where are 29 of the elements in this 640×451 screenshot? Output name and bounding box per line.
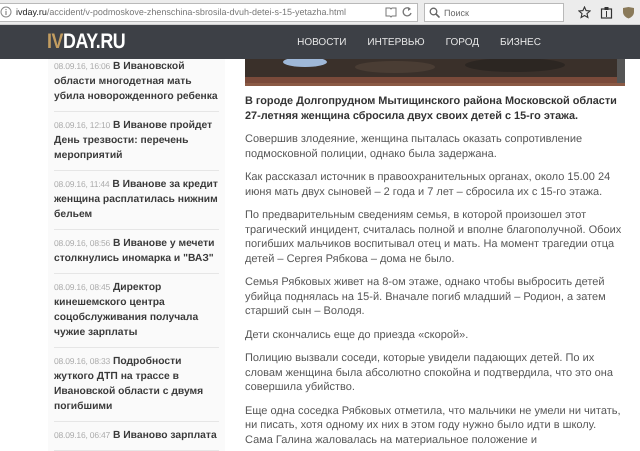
- article-lead: В городе Долгопрудном Мытищинского района Московской области 27-летняя женщина сбросила двух своих детей с 15-го этажа.: [245, 94, 618, 123]
- news-link[interactable]: 08.09.16, 11:44 В Иванове за кредит женщина расплатилась нижним бельем: [54, 177, 219, 222]
- info-icon[interactable]: [0, 6, 12, 18]
- news-link[interactable]: 08.09.16, 06:47 В Иваново зарплата: [54, 428, 219, 443]
- shield-icon[interactable]: [622, 6, 635, 18]
- article-paragraph: Полицию вызвали соседи, которые увидели падающих детей. По их словам женщина была абсолютно спокойна и подтвердила, что это она совершила убийство.: [245, 351, 614, 394]
- bookmark-star-icon[interactable]: [578, 6, 591, 18]
- article-paragraph: Как рассказал источник в правоохранительных органах, около 15.00 24 июня мать двух сыновей – 2 года и 7 лет – сбросила их с 15-го этажа.: [245, 170, 612, 199]
- reload-icon[interactable]: [401, 6, 413, 18]
- article-paragraph: По предварительным сведениям семья, в которой произошел этот трагический инцидент, считалась полной и вполне благополучной. Обоих погибших мальчиков воспитывал отец и мать. На момент трагедии отца детей – Сергея Рябкова – дома не было.: [245, 208, 622, 266]
- search-field[interactable]: Поиск: [424, 3, 564, 22]
- nav-link[interactable]: ГОРОД: [446, 36, 480, 48]
- news-link[interactable]: 08.09.16, 12:10 В Иванове пройдет День трезвости: перечень мероприятий: [54, 118, 219, 163]
- news-link[interactable]: 08.09.16, 08:45 Директор кинешемского центра соцобслуживания получала чужие зарплаты: [54, 280, 219, 340]
- news-link[interactable]: 08.09.16, 08:56 В Иванове у мечети столкнулись иномарка и "ВАЗ": [54, 236, 219, 266]
- article-paragraph: Семья Рябковых живет на 8-ом этаже, однако чтобы выбросить детей убийца поднялась на 15-й. Вначале погиб младший – Родион, а затем старший сын – Володя.: [245, 275, 607, 318]
- site-logo[interactable]: IVDAY.RU: [47, 30, 126, 54]
- nav-link[interactable]: ИНТЕРВЬЮ: [367, 36, 425, 48]
- address-bar[interactable]: ivday.ru/accident/v-podmoskove-zhenschina-sbrosila-dvuh-detei-s-15-yetazha.html: [0, 2, 418, 22]
- reader-view-icon[interactable]: [385, 6, 397, 18]
- article-paragraph: Дети скончались еще до приезда «скорой».: [245, 328, 470, 342]
- article-paragraph: Еще одна соседка Рябковых отметила, что мальчики не умели ни читать, ни писать, хотя одному их них в этом году нужно было идти в школу. Сама Галина жаловалась на материальное положение и: [245, 404, 622, 447]
- nav-link[interactable]: НОВОСТИ: [297, 36, 346, 48]
- nav-link[interactable]: БИЗНЕС: [500, 36, 541, 48]
- news-link[interactable]: 08.09.16, 16:06 В Ивановской области многодетная мать убила новорожденного ребенка: [54, 59, 219, 104]
- news-link[interactable]: 08.09.16, 08:33 Подробности жуткого ДТП на трассе в Ивановской области с двумя погибшими: [54, 354, 219, 414]
- article-paragraph: Совершив злодеяние, женщина пыталась оказать сопротивление подмосковной полиции, однако была задержана.: [245, 132, 584, 161]
- search-icon: [429, 6, 440, 18]
- clipboard-icon[interactable]: [600, 6, 613, 18]
